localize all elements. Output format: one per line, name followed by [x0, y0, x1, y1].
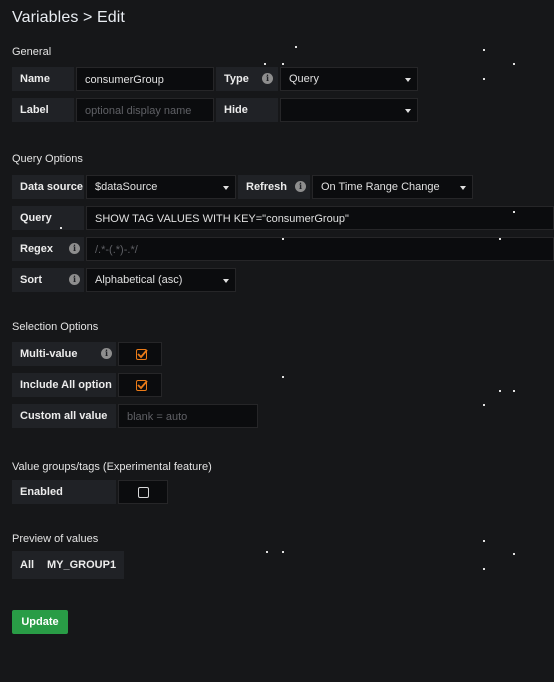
speck: [483, 78, 485, 80]
caret-down-icon: [460, 186, 466, 190]
info-icon: i: [262, 73, 273, 84]
speck: [483, 49, 485, 51]
check-icon: [136, 349, 148, 360]
name-label: Name: [12, 67, 74, 91]
custom-all-input[interactable]: blank = auto: [118, 404, 258, 428]
info-icon: i: [101, 348, 112, 359]
general-section-title: General: [12, 46, 52, 58]
speck: [513, 63, 515, 65]
include-all-label-text: Include All option: [20, 379, 112, 391]
include-all-checkbox[interactable]: [118, 373, 162, 397]
refresh-label-text: Refresh: [246, 181, 287, 193]
enabled-checkbox[interactable]: [118, 480, 168, 504]
variable-edit-page: Variables > Edit General Name consumerGr…: [0, 0, 554, 682]
speck: [266, 551, 268, 553]
page-title: Variables > Edit: [12, 9, 125, 26]
speck: [499, 390, 501, 392]
sort-label: Sort i: [12, 268, 84, 292]
query-options-section-title: Query Options: [12, 153, 83, 165]
speck: [499, 238, 501, 240]
speck: [295, 46, 297, 48]
hide-select[interactable]: [280, 98, 418, 122]
datasource-select-value: $dataSource: [95, 181, 158, 193]
multi-value-label-text: Multi-value: [20, 348, 78, 360]
sort-select[interactable]: Alphabetical (asc): [86, 268, 236, 292]
check-icon: [136, 380, 148, 391]
refresh-select-value: On Time Range Change: [321, 181, 440, 193]
custom-all-label: Custom all value: [12, 404, 116, 428]
type-select[interactable]: Query: [280, 67, 418, 91]
preview-value: All: [12, 551, 43, 579]
sort-label-text: Sort: [20, 274, 42, 286]
caret-down-icon: [223, 279, 229, 283]
speck: [282, 238, 284, 240]
sort-select-value: Alphabetical (asc): [95, 274, 183, 286]
multi-value-checkbox[interactable]: [118, 342, 162, 366]
speck: [282, 376, 284, 378]
datasource-label: Data source: [12, 175, 84, 199]
info-icon: i: [295, 181, 306, 192]
label-label: Label: [12, 98, 74, 122]
hide-label-text: Hide: [224, 104, 248, 116]
refresh-label: Refresh i: [238, 175, 310, 199]
query-input[interactable]: SHOW TAG VALUES WITH KEY="consumerGroup": [86, 206, 554, 230]
multi-value-label: Multi-value i: [12, 342, 116, 366]
hide-label: Hide: [216, 98, 278, 122]
caret-down-icon: [405, 109, 411, 113]
type-select-value: Query: [289, 73, 319, 85]
info-icon: i: [69, 243, 80, 254]
checkbox-empty-icon: [138, 487, 149, 498]
info-icon: i: [69, 274, 80, 285]
speck: [483, 404, 485, 406]
query-label-text: Query: [20, 212, 52, 224]
preview-value: MY_GROUP1: [39, 551, 125, 579]
speck: [282, 63, 284, 65]
enabled-label: Enabled: [12, 480, 116, 504]
speck: [513, 390, 515, 392]
caret-down-icon: [223, 186, 229, 190]
speck: [513, 211, 515, 213]
speck: [60, 227, 62, 229]
label-input[interactable]: optional display name: [76, 98, 214, 122]
regex-label-text: Regex: [20, 243, 54, 255]
speck: [282, 551, 284, 553]
speck: [483, 540, 485, 542]
speck: [513, 553, 515, 555]
regex-label: Regex i: [12, 237, 84, 261]
include-all-label: Include All option: [12, 373, 116, 397]
name-input[interactable]: consumerGroup: [76, 67, 214, 91]
datasource-label-text: Data source: [20, 181, 83, 193]
label-label-text: Label: [20, 104, 49, 116]
caret-down-icon: [405, 78, 411, 82]
custom-all-label-text: Custom all value: [20, 410, 108, 422]
enabled-label-text: Enabled: [20, 486, 63, 498]
type-label-text: Type: [224, 73, 249, 85]
update-button[interactable]: Update: [12, 610, 68, 634]
preview-section-title: Preview of values: [12, 533, 99, 545]
query-label: Query: [12, 206, 84, 230]
value-groups-section-title: Value groups/tags (Experimental feature): [12, 461, 212, 473]
speck: [264, 63, 266, 65]
speck: [483, 568, 485, 570]
regex-input[interactable]: /.*-(.*)-.*/: [86, 237, 554, 261]
selection-options-section-title: Selection Options: [12, 321, 99, 333]
refresh-select[interactable]: On Time Range Change: [312, 175, 473, 199]
name-label-text: Name: [20, 73, 50, 85]
datasource-select[interactable]: $dataSource: [86, 175, 236, 199]
type-label: Type i: [216, 67, 278, 91]
